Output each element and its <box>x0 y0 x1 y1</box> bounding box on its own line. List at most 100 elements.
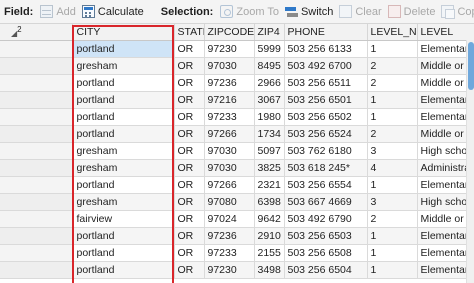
cell-level-no[interactable]: 4 <box>367 159 418 177</box>
cell-phone[interactable]: 503 256 6503 <box>284 227 368 245</box>
cell-phone[interactable]: 503 256 6501 <box>284 91 368 109</box>
cell-zip4[interactable]: 8495 <box>254 57 285 75</box>
cell-phone[interactable]: 503 256 6502 <box>284 108 368 126</box>
cell-zip4[interactable]: 1980 <box>254 108 285 126</box>
add-field-button[interactable]: Add <box>37 2 79 22</box>
cell-zip4[interactable]: 5097 <box>254 142 285 160</box>
row-selector[interactable] <box>0 40 73 58</box>
cell-zipcode[interactable]: 97233 <box>204 108 255 126</box>
cell-city[interactable]: gresham <box>72 142 175 160</box>
cell-zip4[interactable]: 9642 <box>254 210 285 228</box>
row-selector[interactable] <box>0 227 73 245</box>
row-selector[interactable] <box>0 57 73 75</box>
cell-city[interactable]: portland <box>72 125 175 143</box>
cell-city[interactable]: gresham <box>72 57 175 75</box>
cell-zip4[interactable]: 2966 <box>254 74 285 92</box>
cell-zipcode[interactable]: 97030 <box>204 142 255 160</box>
cell-zip4[interactable]: 2910 <box>254 227 285 245</box>
cell-state[interactable]: OR <box>174 108 205 126</box>
column-header-level-no[interactable]: LEVEL_NO <box>367 24 418 41</box>
row-selector[interactable] <box>0 159 73 177</box>
cell-city[interactable]: portland <box>72 244 175 262</box>
cell-level-no[interactable]: 1 <box>367 244 418 262</box>
cell-zip4[interactable]: 3498 <box>254 261 285 279</box>
cell-zip4[interactable]: 3067 <box>254 91 285 109</box>
row-selector[interactable] <box>0 125 73 143</box>
cell-phone[interactable]: 503 762 6180 <box>284 142 368 160</box>
cell-level-no[interactable]: 1 <box>367 40 418 58</box>
row-selector[interactable] <box>0 244 73 262</box>
table-row[interactable]: gresham OR 97030 5097 503 762 6180 3 High scho… <box>0 142 474 160</box>
column-header-zip4[interactable]: ZIP4 <box>254 24 285 41</box>
cell-zip4[interactable]: 3825 <box>254 159 285 177</box>
cell-state[interactable]: OR <box>174 210 205 228</box>
table-row[interactable]: gresham OR 97030 8495 503 492 6700 2 Middle or… <box>0 57 474 75</box>
cell-state[interactable]: OR <box>174 159 205 177</box>
cell-city[interactable]: portland <box>72 176 175 194</box>
cell-level-no[interactable]: 2 <box>367 210 418 228</box>
cell-zipcode[interactable]: 97236 <box>204 227 255 245</box>
cell-state[interactable]: OR <box>174 193 205 211</box>
cell-phone[interactable]: 503 256 6508 <box>284 244 368 262</box>
cell-phone[interactable]: 503 492 6700 <box>284 57 368 75</box>
cell-level-no[interactable]: 2 <box>367 125 418 143</box>
row-selector[interactable] <box>0 210 73 228</box>
table-row[interactable]: portland OR 97266 2321 503 256 6554 1 Elementa… <box>0 176 474 194</box>
cell-city[interactable]: fairview <box>72 210 175 228</box>
table-row[interactable]: portland OR 97230 3498 503 256 6504 1 Elementa… <box>0 261 474 279</box>
clear-selection-button[interactable]: Clear <box>336 2 384 22</box>
cell-state[interactable]: OR <box>174 244 205 262</box>
cell-state[interactable]: OR <box>174 125 205 143</box>
table-row[interactable]: portland OR 97230 5999 503 256 6133 1 Elementa… <box>0 40 474 58</box>
cell-level-no[interactable]: 1 <box>367 91 418 109</box>
row-selector[interactable] <box>0 74 73 92</box>
row-header-corner[interactable]: ◢2 <box>0 24 73 41</box>
cell-phone[interactable]: 503 256 6524 <box>284 125 368 143</box>
cell-zipcode[interactable]: 97266 <box>204 125 255 143</box>
scrollbar-thumb[interactable] <box>468 42 474 90</box>
cell-zipcode[interactable]: 97266 <box>204 176 255 194</box>
cell-zipcode[interactable]: 97233 <box>204 244 255 262</box>
row-selector[interactable] <box>0 142 73 160</box>
cell-zip4[interactable]: 5999 <box>254 40 285 58</box>
cell-city[interactable]: gresham <box>72 193 175 211</box>
cell-phone[interactable]: 503 256 6133 <box>284 40 368 58</box>
cell-city[interactable]: portland <box>72 74 175 92</box>
cell-city[interactable]: portland <box>72 261 175 279</box>
table-row[interactable]: portland OR 97216 3067 503 256 6501 1 Elementa… <box>0 91 474 109</box>
cell-zipcode[interactable]: 97080 <box>204 193 255 211</box>
cell-level-no[interactable]: 1 <box>367 176 418 194</box>
cell-zipcode[interactable]: 97024 <box>204 210 255 228</box>
cell-city[interactable]: portland <box>72 40 175 58</box>
column-header-zipcode[interactable]: ZIPCODE <box>204 24 255 41</box>
table-row[interactable]: portland OR 97233 1980 503 256 6502 1 Elementa… <box>0 108 474 126</box>
table-row[interactable]: portland OR 97236 2966 503 256 6511 2 Middle o… <box>0 74 474 92</box>
cell-city[interactable]: portland <box>72 108 175 126</box>
table-row[interactable]: portland OR 97266 1734 503 256 6524 2 Middle o… <box>0 125 474 143</box>
cell-state[interactable]: OR <box>174 142 205 160</box>
cell-city[interactable]: portland <box>72 91 175 109</box>
cell-level-no[interactable]: 1 <box>367 261 418 279</box>
cell-level-no[interactable]: 1 <box>367 108 418 126</box>
cell-zipcode[interactable]: 97216 <box>204 91 255 109</box>
cell-state[interactable]: OR <box>174 176 205 194</box>
cell-zipcode[interactable]: 97230 <box>204 40 255 58</box>
cell-phone[interactable]: 503 256 6554 <box>284 176 368 194</box>
cell-phone[interactable]: 503 492 6790 <box>284 210 368 228</box>
cell-state[interactable]: OR <box>174 227 205 245</box>
cell-zipcode[interactable]: 97030 <box>204 159 255 177</box>
cell-state[interactable]: OR <box>174 57 205 75</box>
cell-level-no[interactable]: 3 <box>367 193 418 211</box>
cell-zip4[interactable]: 6398 <box>254 193 285 211</box>
table-row[interactable]: portland OR 97236 2910 503 256 6503 1 Elementa… <box>0 227 474 245</box>
cell-phone[interactable]: 503 667 4669 <box>284 193 368 211</box>
cell-level-no[interactable]: 1 <box>367 227 418 245</box>
switch-selection-button[interactable]: Switch <box>282 2 336 22</box>
copy-selection-button[interactable]: Copy <box>438 2 474 22</box>
cell-state[interactable]: OR <box>174 261 205 279</box>
zoom-to-selection-button[interactable]: Zoom To <box>217 2 282 22</box>
table-row[interactable]: gresham OR 97080 6398 503 667 4669 3 High scho… <box>0 193 474 211</box>
cell-level-no[interactable]: 3 <box>367 142 418 160</box>
cell-city[interactable]: portland <box>72 227 175 245</box>
column-header-state[interactable]: STATE <box>174 24 205 41</box>
